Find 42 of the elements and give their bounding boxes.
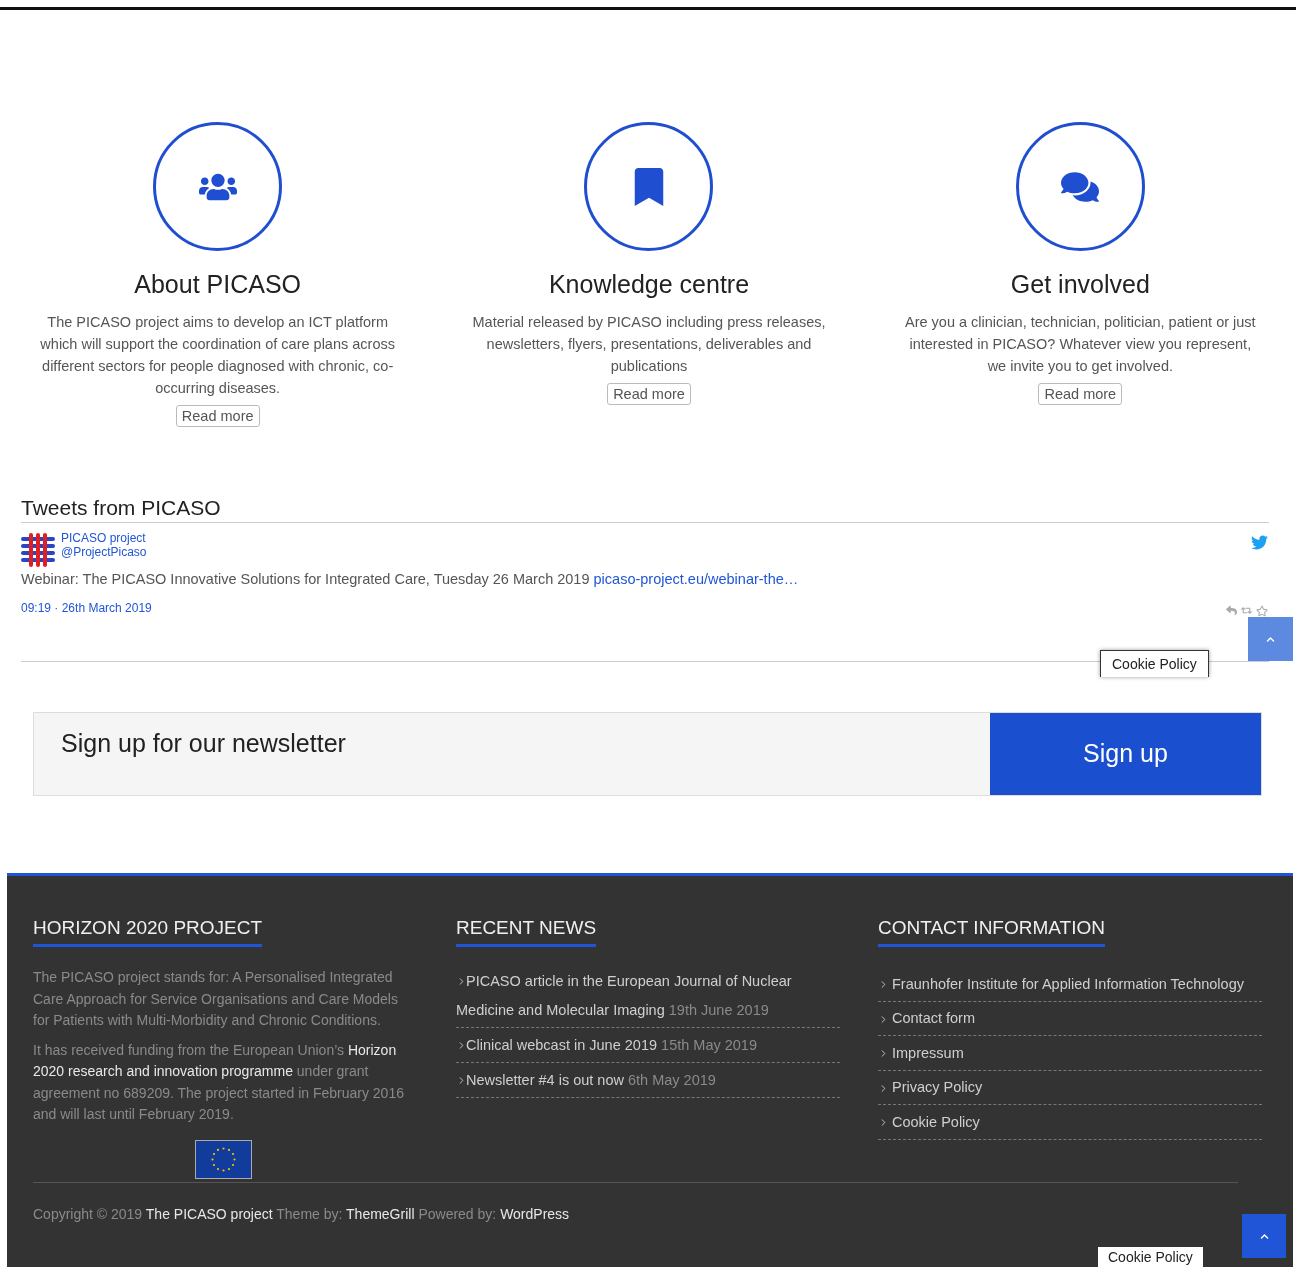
footer-heading: HORIZON 2020 PROJECT bbox=[33, 913, 263, 948]
star-icon[interactable] bbox=[1256, 604, 1268, 617]
contact-link[interactable]: Impressum bbox=[892, 1042, 964, 1065]
feature-title: About PICASO bbox=[134, 269, 302, 300]
footer-paragraph: The PICASO project stands for: A Personalised Integrated Care Approach for Service Organisations and Care Models for Patients with Multi-Morbidity and Chronic Conditions. bbox=[33, 968, 399, 1031]
picaso-logo-icon bbox=[21, 533, 55, 567]
chevron-up-icon bbox=[1259, 1231, 1269, 1241]
eu-flag-icon bbox=[194, 1139, 252, 1179]
cookie-policy-tab[interactable]: Cookie Policy bbox=[1097, 1246, 1204, 1267]
footer-heading: RECENT NEWS bbox=[456, 913, 597, 948]
retweet-icon[interactable] bbox=[1241, 604, 1252, 616]
read-more-button[interactable]: Read more bbox=[175, 405, 260, 427]
cookie-policy-tab[interactable]: Cookie Policy bbox=[1100, 650, 1209, 677]
section-heading: Tweets from PICASO bbox=[21, 495, 1269, 523]
contact-link[interactable]: Privacy Policy bbox=[892, 1077, 983, 1099]
read-more-button[interactable]: Read more bbox=[1038, 383, 1123, 405]
sign-up-button[interactable]: Sign up bbox=[990, 712, 1261, 795]
footer-paragraph: It has received funding from the European Union’s Horizon 2020 research and innovation programme under grant agreement no 689209. The project started in February 2016 and will last until February 2019. bbox=[33, 1040, 405, 1125]
chevron-icon bbox=[878, 1013, 889, 1025]
twitter-bird-icon[interactable] bbox=[1251, 534, 1268, 551]
news-link[interactable]: Newsletter #4 is out now 6th May 2019 bbox=[456, 1066, 840, 1096]
feature-description: Are you a clinician, technician, politician, patient or just interested in PICASO? Whatever view you represent, we invite you to get involved. bbox=[904, 313, 1257, 376]
tweet-author[interactable]: PICASO project bbox=[61, 531, 147, 545]
contact-link[interactable]: Contact form bbox=[892, 1008, 975, 1030]
read-more-button[interactable]: Read more bbox=[607, 383, 691, 405]
newsletter-heading: Sign up for our newsletter bbox=[61, 728, 346, 757]
reply-icon[interactable] bbox=[1226, 604, 1237, 616]
chevron-up-icon bbox=[1266, 634, 1275, 644]
feature-title: Knowledge centre bbox=[548, 269, 750, 300]
tweet-text: Webinar: The PICASO Innovative Solutions for Integrated Care, Tuesday 26 March 2019 picaso-project.eu/webinar-the… bbox=[21, 570, 800, 589]
contact-link[interactable]: Cookie Policy bbox=[892, 1111, 980, 1134]
tweet-link[interactable]: picaso-project.eu/webinar-the… bbox=[593, 571, 799, 587]
news-link[interactable]: PICASO article in the European Journal of Nuclear Medicine and Molecular Imaging 19th June 2019 bbox=[456, 967, 840, 1026]
feature-title: Get involved bbox=[1010, 269, 1150, 300]
footer-heading: CONTACT INFORMATION bbox=[878, 913, 1105, 948]
feature-description: Material released by PICASO including press releases, newsletters, flyers, presentations, deliverables and publications bbox=[471, 313, 827, 376]
tweet-time[interactable]: 09:19 · 26th March 2019 bbox=[21, 598, 152, 617]
copyright-text: Copyright © 2019 The PICASO project Theme by: ThemeGrill Powered by: WordPress bbox=[33, 1204, 571, 1224]
news-link[interactable]: Clinical webcast in June 2019 15th May 2019 bbox=[456, 1031, 840, 1061]
contact-link[interactable]: Fraunhofer Institute for Applied Information Technology bbox=[892, 973, 1244, 996]
feature-description: The PICASO project aims to develop an ICT platform which will support the coordination of care plans across different sectors for people diagnosed with chronic, co-occurring diseases. bbox=[39, 313, 396, 398]
tweet-handle[interactable]: @ProjectPicaso bbox=[61, 545, 147, 559]
